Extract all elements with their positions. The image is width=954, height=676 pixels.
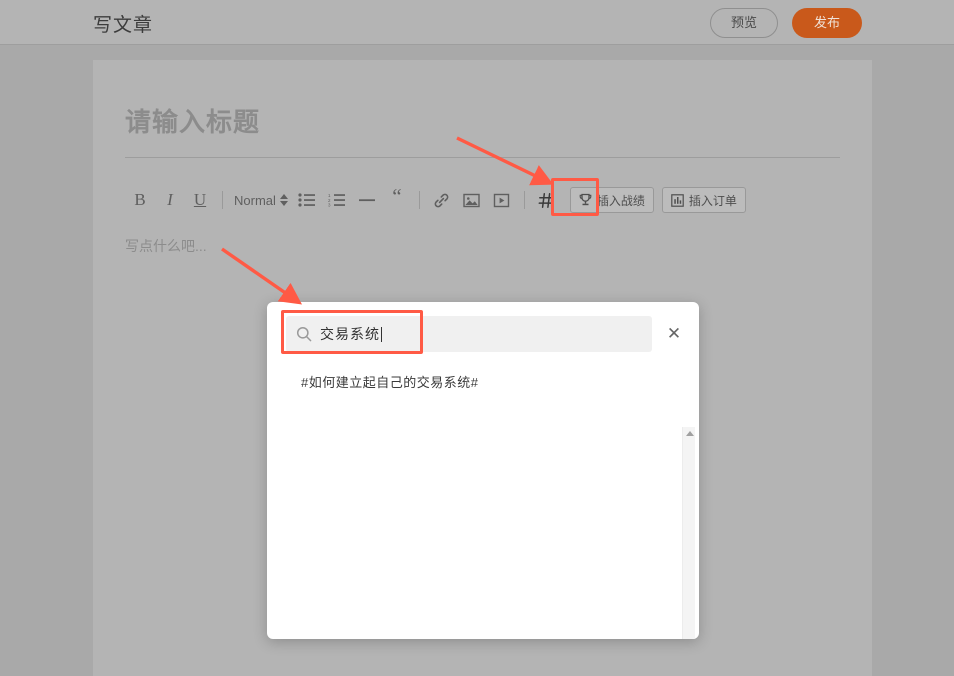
topic-search-input[interactable]: 交易系统 — [286, 316, 652, 352]
dialog-body: #如何建立起自己的交易系统# — [267, 358, 699, 639]
close-icon[interactable]: ✕ — [663, 322, 685, 344]
results-scrollbar[interactable] — [682, 427, 695, 639]
topic-search-value: 交易系统 — [320, 326, 380, 342]
scrollbar-track[interactable] — [685, 441, 694, 639]
text-caret — [381, 326, 382, 342]
topic-search-dialog: 交易系统 ✕ #如何建立起自己的交易系统# — [267, 302, 699, 639]
dialog-header: 交易系统 ✕ — [267, 302, 699, 358]
search-icon — [296, 326, 312, 342]
scroll-up-icon[interactable] — [683, 427, 696, 440]
list-item[interactable]: #如何建立起自己的交易系统# — [267, 367, 699, 396]
topic-result-list: #如何建立起自己的交易系统# — [267, 359, 699, 396]
